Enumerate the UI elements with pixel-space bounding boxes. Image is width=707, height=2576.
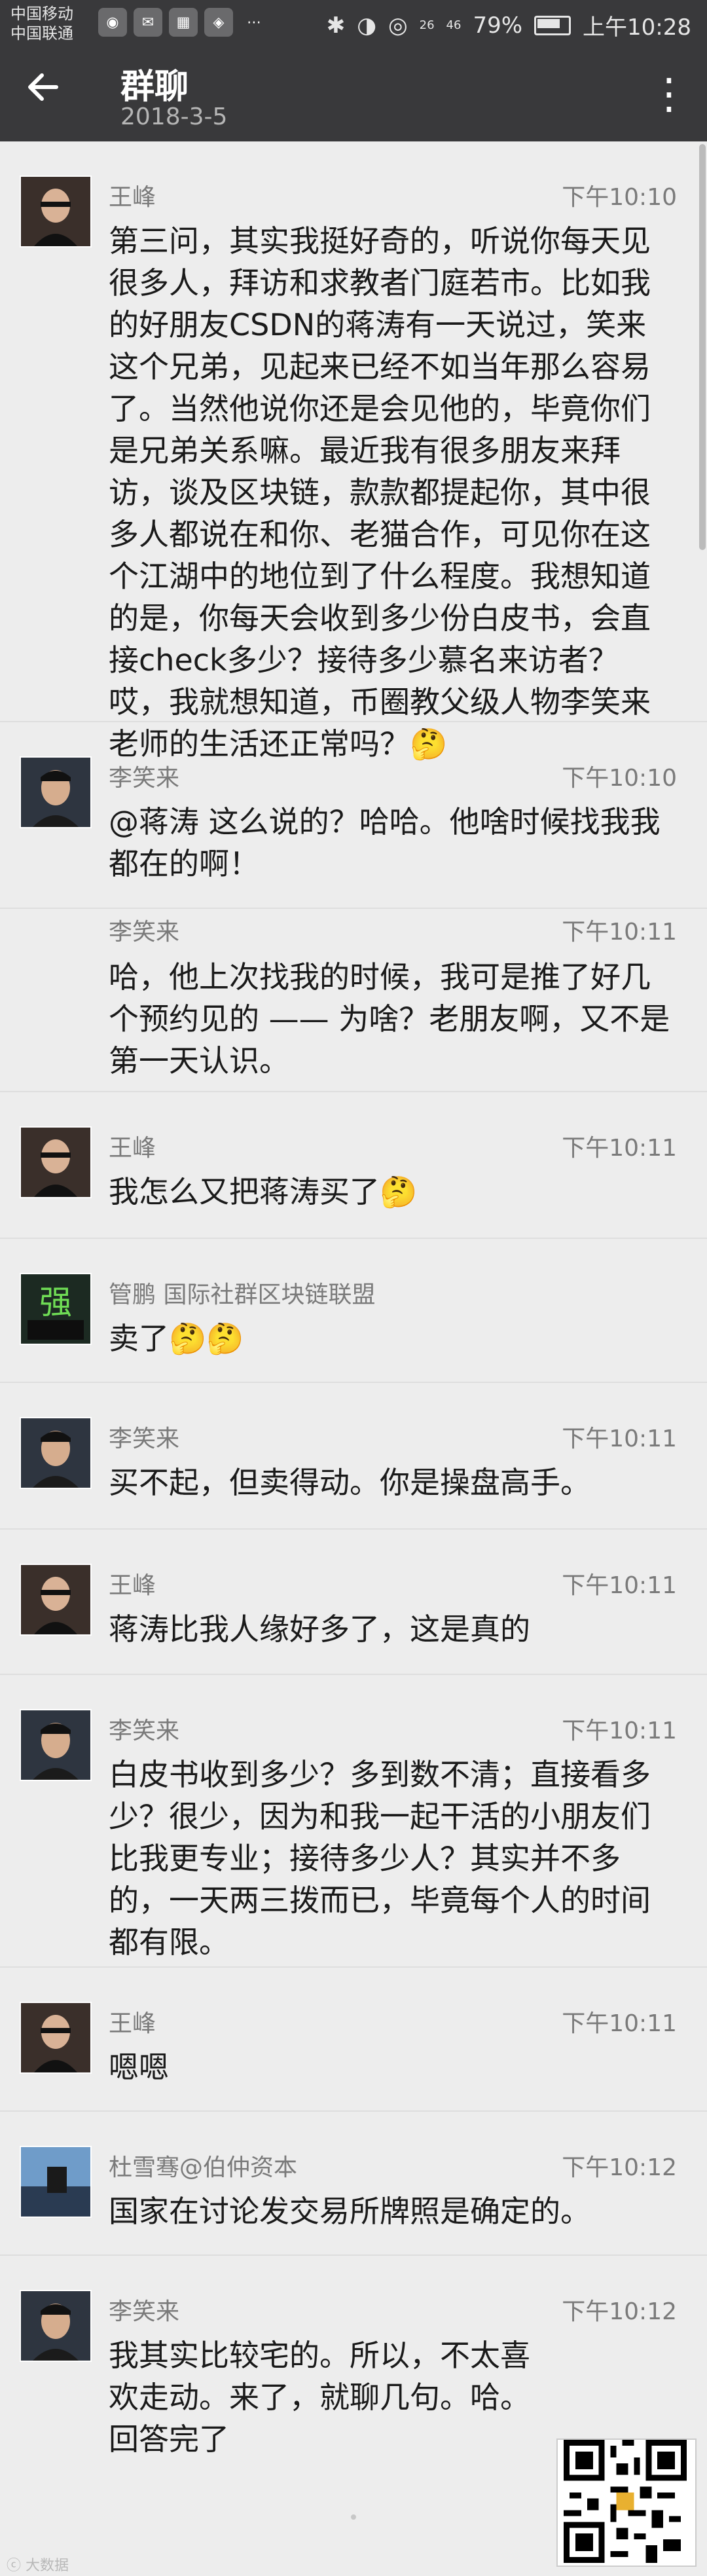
message-list: 王峰 下午10:10 第三问，其实我挺好奇的，听说你每天见很多人，拜访和求教者门…	[0, 141, 707, 2465]
avatar[interactable]: 强	[20, 1273, 92, 1345]
message-text: 嗯嗯	[109, 2050, 169, 2085]
avatar[interactable]	[20, 175, 92, 248]
clock: 上午10:28	[583, 14, 691, 41]
signal-2: 46	[446, 18, 462, 32]
message-item: 李笑来 下午10:11 买不起，但卖得动。你是操盘高手。	[0, 1383, 707, 1530]
avatar[interactable]	[20, 2146, 92, 2218]
message-text: 我怎么又把蒋涛买了🤔	[109, 1174, 418, 1209]
message-item: 王峰 下午10:11 蒋涛比我人缘好多了，这是真的	[0, 1530, 707, 1675]
message-item: 王峰 下午10:11 我怎么又把蒋涛买了🤔	[0, 1092, 707, 1239]
message-time: 下午10:11	[562, 1718, 677, 1744]
qr-code	[556, 2438, 697, 2567]
bluetooth-icon: ✱	[326, 12, 346, 39]
message-text: 我其实比较宅的。所以，不太喜欢走动。来了，就聊几句。哈。回答完了	[109, 2338, 530, 2457]
message-item: 李笑来 下午10:11 哈，他上次找我的时候，我可是推了好几个预约见的 —— 为…	[0, 909, 707, 1092]
avatar[interactable]	[20, 756, 92, 828]
carrier-labels: 中国移动 中国联通	[10, 4, 73, 43]
chat-date: 2018-3-5	[120, 103, 228, 130]
message-text: 白皮书收到多少？多到数不清；直接看多少？很少，因为和我一起干活的小朋友们比我更专…	[109, 1757, 651, 1960]
avatar[interactable]	[20, 2290, 92, 2362]
watermark: ⓒ 大数据	[7, 2558, 69, 2574]
system-status: ✱ ◑ ◎ 26 46 79% 上午10:28	[327, 9, 691, 41]
message-text: @蒋涛 这么说的？哈哈。他啥时候找我我都在的啊！	[109, 804, 661, 881]
message-text: 第三问，其实我挺好奇的，听说你每天见很多人，拜访和求教者门庭若市。比如我的好朋友…	[109, 223, 651, 762]
message-item: 李笑来 下午10:10 @蒋涛 这么说的？哈哈。他啥时候找我我都在的啊！	[0, 722, 707, 909]
sender-name: 李笑来	[109, 765, 180, 792]
status-bar: 中国移动 中国联通 ◉ ✉ ▦ ◈ ⋯ ✱ ◑ ◎ 26 46 79% 上午10…	[0, 0, 707, 47]
svg-text:强: 强	[39, 1283, 72, 1321]
message-item: 王峰 下午10:11 嗯嗯	[0, 1968, 707, 2112]
message-item: 李笑来 下午10:12 我其实比较宅的。所以，不太喜欢走动。来了，就聊几句。哈。…	[0, 2256, 707, 2465]
message-item: 李笑来 下午10:11 白皮书收到多少？多到数不清；直接看多少？很少，因为和我一…	[0, 1675, 707, 1968]
weibo-icon: ◉	[98, 8, 127, 37]
sender-name: 李笑来	[109, 2298, 180, 2325]
message-time: 下午10:12	[562, 2298, 677, 2325]
avatar[interactable]	[20, 1126, 92, 1198]
eye-icon: ◎	[388, 12, 408, 39]
avatar[interactable]	[20, 1564, 92, 1636]
back-arrow-icon[interactable]	[24, 67, 76, 119]
message-time: 下午10:11	[562, 2010, 677, 2037]
message-time: 下午10:11	[562, 1135, 677, 1162]
sender-name: 王峰	[109, 184, 156, 211]
carrier-2: 中国联通	[10, 24, 73, 43]
battery-percent: 79%	[473, 12, 523, 39]
message-time: 下午10:11	[562, 1426, 677, 1452]
message-time: 下午10:11	[562, 1572, 677, 1599]
sender-name: 李笑来	[109, 1426, 180, 1452]
chat-header: 群聊 2018-3-5 ⋮	[0, 47, 707, 141]
sender-name: 李笑来	[109, 919, 180, 946]
app-store-icon: ◈	[204, 8, 233, 37]
message-item: 强 管鹏 国际社群区块链联盟 卖了🤔🤔	[0, 1239, 707, 1383]
notification-icons: ◉ ✉ ▦ ◈ ⋯	[98, 8, 268, 37]
message-time: 下午10:11	[562, 919, 677, 946]
chat-title: 群聊	[120, 67, 189, 107]
sender-name: 王峰	[109, 1572, 156, 1599]
message-item: 杜雪骞@伯仲资本 下午10:12 国家在讨论发交易所牌照是确定的。	[0, 2112, 707, 2256]
more-options-icon[interactable]: ⋮	[648, 63, 690, 126]
sender-name: 李笑来	[109, 1718, 180, 1744]
app-icon: ✉	[134, 8, 162, 37]
message-text: 卖了🤔🤔	[109, 1321, 244, 1356]
battery-icon	[534, 15, 571, 35]
signal-1: 26	[419, 18, 435, 32]
message-text: 国家在讨论发交易所牌照是确定的。	[109, 2194, 590, 2229]
avatar[interactable]	[20, 1417, 92, 1489]
avatar[interactable]	[20, 2002, 92, 2074]
message-time: 下午10:10	[562, 184, 677, 211]
sender-name: 王峰	[109, 2010, 156, 2037]
sender-name: 管鹏 国际社群区块链联盟	[109, 1281, 376, 1308]
message-item: 王峰 下午10:10 第三问，其实我挺好奇的，听说你每天见很多人，拜访和求教者门…	[0, 141, 707, 762]
message-time: 下午10:10	[562, 765, 677, 792]
message-text: 买不起，但卖得动。你是操盘高手。	[109, 1465, 590, 1500]
more-notifications-icon: ⋯	[247, 14, 261, 31]
message-time: 下午10:12	[562, 2154, 677, 2181]
sender-name: 杜雪骞@伯仲资本	[109, 2154, 298, 2181]
sender-name: 王峰	[109, 1135, 156, 1162]
carrier-1: 中国移动	[10, 5, 73, 23]
message-text: 蒋涛比我人缘好多了，这是真的	[109, 1611, 530, 1647]
message-text: 哈，他上次找我的时候，我可是推了好几个预约见的 —— 为啥？老朋友啊，又不是第一…	[109, 959, 670, 1078]
avatar[interactable]	[20, 1709, 92, 1781]
mute-icon: ◑	[357, 12, 376, 39]
page-indicator-dot	[351, 2514, 356, 2520]
news-icon: ▦	[169, 8, 198, 37]
